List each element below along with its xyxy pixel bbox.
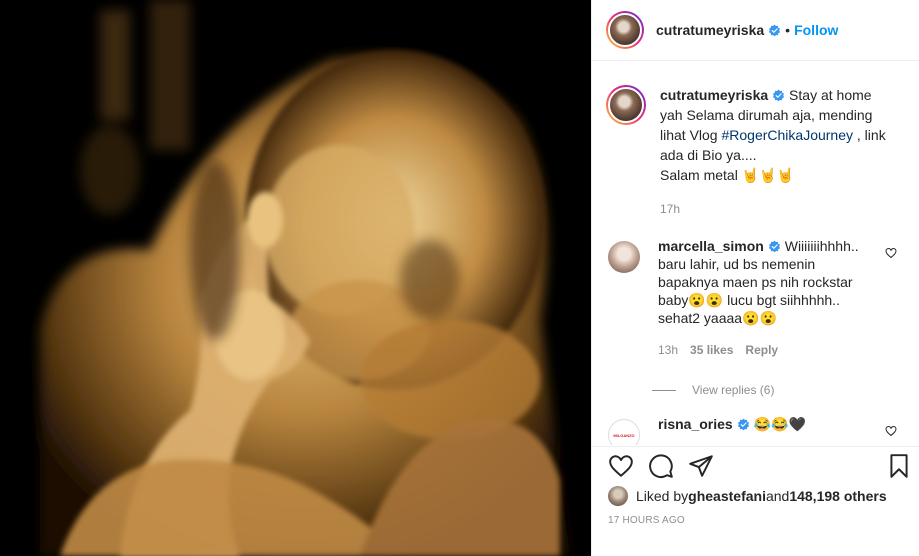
likes-summary: Liked by gheastefani and 148,198 others — [608, 486, 887, 506]
comment-item: MILGANZO risna_ories 😂😂🖤 — [592, 415, 919, 445]
author-avatar — [608, 13, 642, 47]
post-timestamp[interactable]: 17 HOURS AGO — [608, 515, 685, 526]
caption-username[interactable]: cutratumeyriska — [660, 87, 768, 103]
caption-body: cutratumeyriska Stay at home yah Selama … — [660, 85, 892, 219]
comment-body: risna_ories 😂😂🖤 — [658, 415, 868, 445]
comment-username[interactable]: marcella_simon — [658, 238, 764, 254]
caption-hashtag[interactable]: #RogerChikaJourney — [721, 127, 853, 143]
verified-badge-icon — [737, 418, 749, 431]
ultrasound-image — [0, 0, 591, 556]
post-header: cutratumeyriska • Follow — [592, 0, 919, 61]
post-actions — [592, 446, 919, 487]
caption-line-2: Salam metal 🤘🤘🤘 — [660, 167, 794, 183]
post-sidebar: cutratumeyriska • Follow cutratumeyriska… — [591, 0, 919, 556]
comment-text: 😂😂🖤 — [749, 416, 806, 432]
separator-dot: • — [785, 22, 791, 38]
comment-item: marcella_simon Wiiiiiiihhhh.. baru lahir… — [592, 237, 919, 359]
heart-icon[interactable] — [608, 453, 634, 479]
likes-others[interactable]: 148,198 others — [789, 488, 886, 504]
caption-time[interactable]: 17h — [660, 199, 892, 219]
comment-body: marcella_simon Wiiiiiiihhhh.. baru lahir… — [658, 237, 868, 359]
verified-badge-icon — [768, 240, 780, 253]
comment-like-heart-icon[interactable] — [885, 425, 897, 437]
commenter-avatar[interactable]: MILGANZO — [608, 419, 640, 445]
caption-avatar — [608, 87, 644, 123]
reply-button[interactable]: Reply — [745, 341, 778, 359]
caption: cutratumeyriska Stay at home yah Selama … — [592, 61, 919, 219]
comment-likes[interactable]: 35 likes — [690, 341, 733, 359]
comments-section[interactable]: cutratumeyriska Stay at home yah Selama … — [592, 61, 919, 445]
bookmark-icon[interactable] — [886, 453, 912, 479]
replies-line — [652, 389, 676, 391]
commenter-avatar[interactable] — [608, 241, 640, 273]
verified-badge-icon — [769, 24, 781, 36]
post-image[interactable] — [0, 0, 591, 556]
liker-username[interactable]: gheastefani — [688, 488, 766, 504]
comment-time[interactable]: 13h — [658, 341, 678, 359]
author-avatar-ring[interactable] — [606, 11, 644, 49]
liker-avatar[interactable] — [608, 486, 628, 506]
post-dialog: cutratumeyriska • Follow cutratumeyriska… — [0, 0, 919, 556]
comment-username[interactable]: risna_ories — [658, 416, 733, 432]
follow-button[interactable]: Follow — [794, 22, 838, 38]
commenter-avatar-logo: MILGANZO — [613, 432, 635, 438]
comment-like-heart-icon[interactable] — [885, 247, 897, 259]
author-username[interactable]: cutratumeyriska — [656, 22, 764, 38]
view-replies-label[interactable]: View replies (6) — [692, 383, 774, 397]
comment-bubble-icon[interactable] — [648, 453, 674, 479]
paper-plane-icon[interactable] — [688, 453, 714, 479]
likes-prefix: Liked by — [636, 488, 689, 504]
caption-avatar-ring[interactable] — [606, 85, 646, 125]
view-replies[interactable]: View replies (6) — [652, 383, 919, 397]
comment-meta: 13h 35 likes Reply — [658, 341, 868, 359]
likes-middle: and — [765, 488, 790, 504]
verified-badge-icon — [773, 89, 785, 102]
